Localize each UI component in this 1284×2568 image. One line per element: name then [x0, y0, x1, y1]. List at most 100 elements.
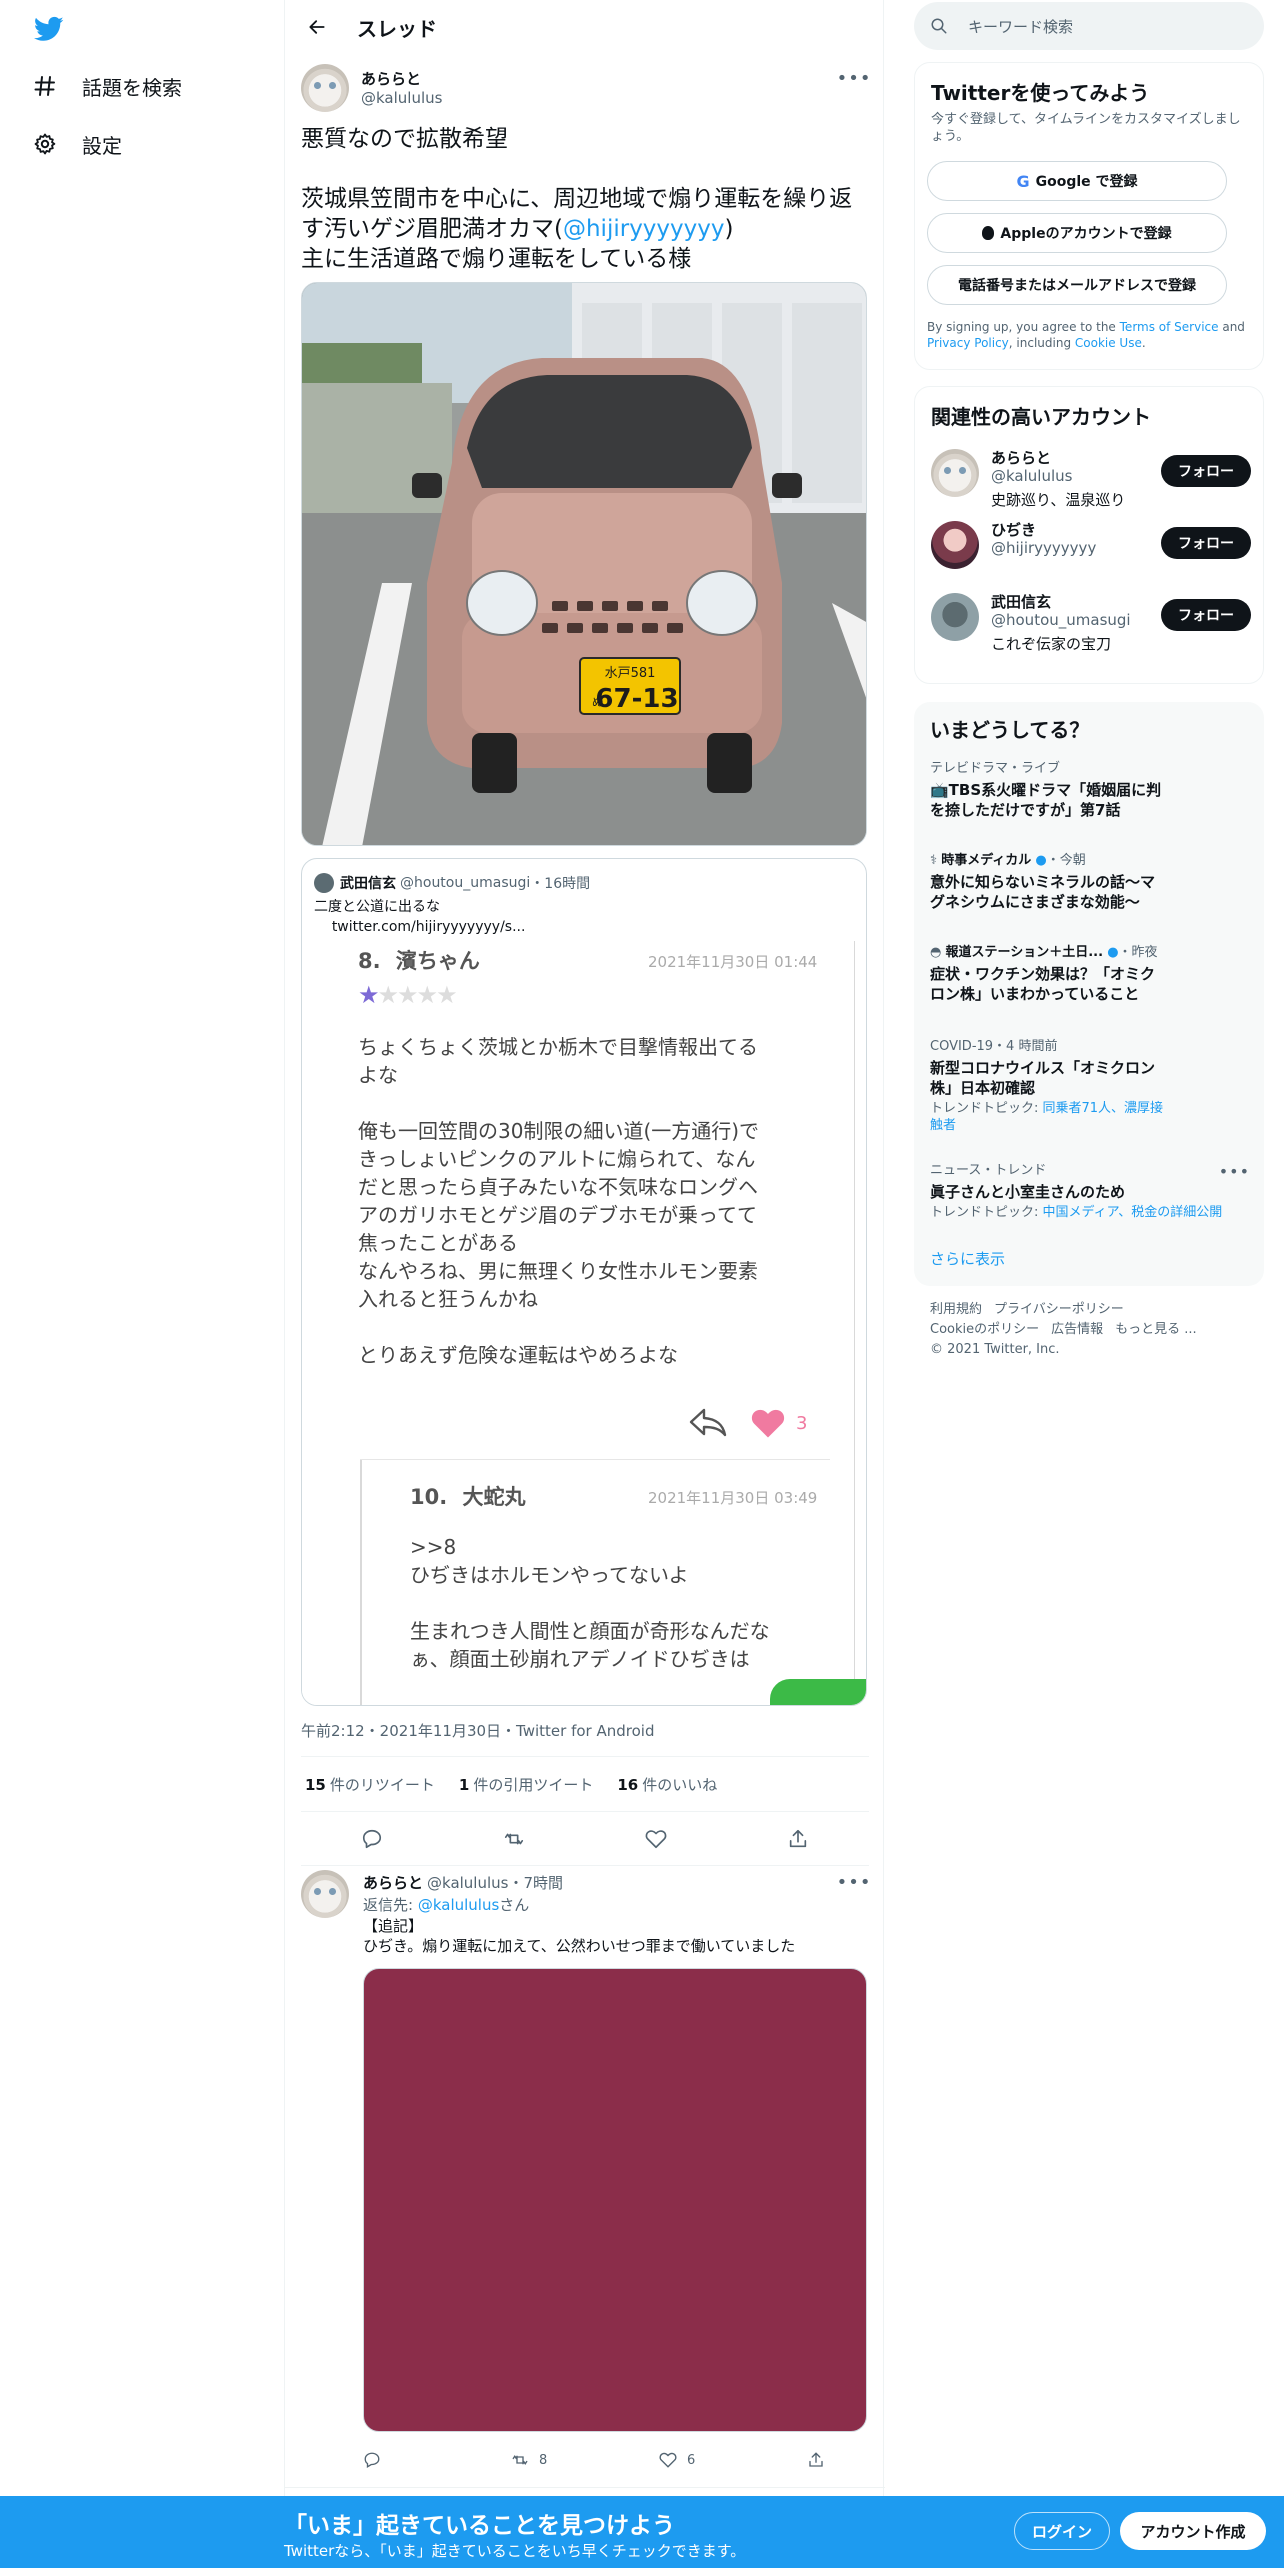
tweet-line-1: 悪質なので拡散希望 — [301, 126, 508, 152]
reply-to: 返信先: @kalululusさん — [363, 1894, 529, 1915]
reply-like-button[interactable]: 6 — [659, 2451, 719, 2469]
related-account[interactable]: 武田信玄 @houtou_umasugi これぞ伝家の宝刀 フォロー — [931, 589, 1251, 653]
google-signup-button[interactable]: G Google で登録 — [927, 161, 1227, 201]
like-icon[interactable] — [638, 1821, 674, 1857]
back-arrow-icon[interactable] — [297, 7, 337, 47]
share-icon[interactable] — [780, 1821, 816, 1857]
trend-item[interactable]: テレビドラマ・ライブ 📺TBS系火曜ドラマ「婚姻届に判 を捺しただけですが」第7話 — [930, 760, 1230, 820]
more-options-icon[interactable]: ••• — [837, 66, 871, 90]
twitter-bird-icon[interactable] — [32, 14, 66, 44]
post1-body: ちょくちょく茨城とか栃木で目撃情報出てる よな 俺も一回笠間の30制限の細い道(… — [358, 1033, 828, 1369]
sidebar-footer: 利用規約 プライバシーポリシー Cookieのポリシー 広告情報 もっと見る ... … — [930, 1300, 1230, 1360]
legal-text: , including — [1008, 336, 1075, 350]
login-button[interactable]: ログイン — [1014, 2512, 1110, 2550]
trend-item[interactable]: ⚕ 時事メディカル ●・今朝 意外に知らないミネラルの話～マ グネシウムにさまざま… — [930, 852, 1230, 912]
related-account[interactable]: ひぢき @hijiryyyyyyy フォロー — [931, 517, 1251, 581]
trend-context: テレビドラマ・ライブ — [930, 761, 1061, 776]
author-name[interactable]: あららと — [361, 68, 421, 89]
trend-topic-label: トレンドトピック: — [930, 1205, 1043, 1220]
quote-author-handle: @houtou_umasugi — [400, 875, 531, 891]
likes-label: 件のいいね — [642, 1775, 718, 1794]
footer-privacy-link[interactable]: プライバシーポリシー — [994, 1302, 1124, 1317]
follow-button[interactable]: フォロー — [1161, 455, 1251, 487]
follow-button[interactable]: フォロー — [1161, 599, 1251, 631]
reply-author-handle[interactable]: @kalululus — [427, 1874, 508, 1892]
tweet-timestamp[interactable]: 午前2:12・2021年11月30日・Twitter for Android — [301, 1720, 654, 1741]
avatar[interactable] — [931, 449, 979, 497]
avatar[interactable] — [931, 521, 979, 569]
reply-author-name[interactable]: あららと — [363, 1874, 423, 1892]
quote-link[interactable]: twitter.com/hijiryyyyyyy/s... — [332, 919, 526, 935]
reply-reply-button[interactable] — [363, 2451, 423, 2469]
cookie-link[interactable]: Cookie Use — [1075, 336, 1142, 350]
mention-link[interactable]: @hijiryyyyyyy — [563, 216, 724, 242]
related-accounts-card: 関連性の高いアカウント あららと @kalululus 史跡巡り、温泉巡り フォ… — [914, 386, 1264, 684]
reply-retweet-button[interactable]: 8 — [511, 2451, 571, 2469]
account-handle: @kalululus — [991, 467, 1073, 485]
reply-icon[interactable] — [354, 1821, 390, 1857]
green-button-shape — [770, 1679, 866, 1705]
avatar[interactable] — [301, 1870, 349, 1918]
trend-item[interactable]: COVID-19・4 時間前 新型コロナウイルス「オミクロン 株」日本初確認 トレ… — [930, 1038, 1230, 1134]
retweet-icon[interactable] — [496, 1821, 532, 1857]
tweet-photo[interactable]: 水戸581 ぬ 67-13 — [301, 282, 867, 846]
news-icon: ◓ — [930, 945, 942, 960]
create-account-button[interactable]: アカウント作成 — [1120, 2512, 1266, 2550]
trend-context: COVID-19・4 時間前 — [930, 1039, 1058, 1054]
footer-more-link[interactable]: もっと見る ... — [1115, 1322, 1197, 1337]
footer-terms-link[interactable]: 利用規約 — [930, 1302, 982, 1317]
reply-to-suffix: さん — [499, 1896, 530, 1914]
post1-line: 焦ったことがある — [358, 1231, 518, 1255]
trend-topic-link[interactable]: 中国メディア、税金の詳細公開 — [1043, 1205, 1223, 1220]
quoted-tweet[interactable]: 武田信玄 @houtou_umasugi ・16時間 二度と公道に出るな twi… — [301, 858, 867, 1706]
terms-link[interactable]: Terms of Service — [1120, 320, 1219, 334]
trend-item[interactable]: ◓ 報道ステーション＋土日... ●・昨夜 症状・ワクチン効果は？「オミク ロン株… — [930, 944, 1230, 1004]
trend-time: ・昨夜 — [1118, 945, 1158, 960]
phone-email-signup-label: 電話番号またはメールアドレスで登録 — [958, 278, 1196, 294]
post1-line: ちょくちょく茨城とか栃木で目撃情報出てる — [358, 1035, 758, 1059]
trend-topic-link[interactable]: 触者 — [930, 1118, 956, 1133]
legal-text: By signing up, you agree to the — [927, 320, 1120, 334]
account-name: 武田信玄 — [991, 593, 1052, 611]
trend-item[interactable]: ニュース・トレンド 眞子さんと小室圭さんのため トレンドトピック: 中国メディア… — [930, 1162, 1230, 1221]
trend-more-options-icon[interactable]: ••• — [1219, 1162, 1250, 1181]
reply-share-button[interactable] — [807, 2451, 867, 2469]
trend-title: 📺TBS系火曜ドラマ「婚姻届に判 — [930, 781, 1162, 799]
reply-to-handle[interactable]: @kalululus — [418, 1896, 499, 1914]
trend-topic-link[interactable]: 同乗者71人、濃厚接 — [1043, 1101, 1164, 1116]
more-options-icon[interactable]: ••• — [837, 1870, 871, 1894]
footer-ads-link[interactable]: 広告情報 — [1051, 1322, 1103, 1337]
author-handle[interactable]: @kalululus — [361, 89, 442, 107]
retweets-stat[interactable]: 15 件のリツイート — [301, 1774, 435, 1795]
reply-photo[interactable] — [363, 1968, 867, 2432]
tweet-stats: 15 件のリツイート 1 件の引用ツイート 16 件のいいね — [301, 1756, 869, 1812]
avatar[interactable] — [931, 593, 979, 641]
follow-button[interactable]: フォロー — [1161, 527, 1251, 559]
trends-card: いまどうしてる？ テレビドラマ・ライブ 📺TBS系火曜ドラマ「婚姻届に判 を捺した… — [914, 702, 1264, 1286]
show-more-link[interactable]: さらに表示 — [930, 1248, 1005, 1269]
quotes-stat[interactable]: 1 件の引用ツイート — [455, 1774, 593, 1795]
reply-actions: 8 6 — [363, 2444, 867, 2476]
nav-explore[interactable]: 話題を検索 — [32, 66, 182, 106]
phone-email-signup-button[interactable]: 電話番号またはメールアドレスで登録 — [927, 265, 1227, 305]
bottom-title: 「いま」起きていることを見つけよう — [284, 2513, 675, 2539]
reply-line: 【追記】 — [363, 1917, 424, 1935]
privacy-link[interactable]: Privacy Policy — [927, 336, 1009, 350]
apple-signup-button[interactable]: Appleのアカウントで登録 — [927, 213, 1227, 253]
search-input[interactable]: キーワード検索 — [914, 2, 1264, 50]
avatar[interactable] — [301, 64, 349, 112]
hashtag-icon — [32, 73, 58, 99]
likes-stat[interactable]: 16 件のいいね — [613, 1774, 717, 1795]
post1-line: とりあえず危険な運転はやめろよな — [358, 1343, 678, 1367]
nav-settings[interactable]: 設定 — [32, 124, 122, 164]
quote-time: ・16時間 — [530, 876, 591, 892]
related-account[interactable]: あららと @kalululus 史跡巡り、温泉巡り フォロー — [931, 445, 1251, 509]
reply-like-count: 6 — [687, 2452, 696, 2468]
footer-cookie-link[interactable]: Cookieのポリシー — [930, 1322, 1039, 1337]
plate-number-text: 67-13 — [595, 684, 678, 714]
reply-tweet[interactable]: あららと @kalululus・7時間 ••• 返信先: @kalululusさん… — [285, 1856, 885, 2488]
quote-screenshot-image: 8. 濱ちゃん 2021年11月30日 01:44 ★★★★★ ちょくちょく茨城… — [302, 941, 866, 1705]
retweets-count: 15 — [305, 1775, 326, 1794]
reply-retweet-count: 8 — [539, 2452, 548, 2468]
trend-title: 新型コロナウイルス「オミクロン — [930, 1059, 1156, 1077]
